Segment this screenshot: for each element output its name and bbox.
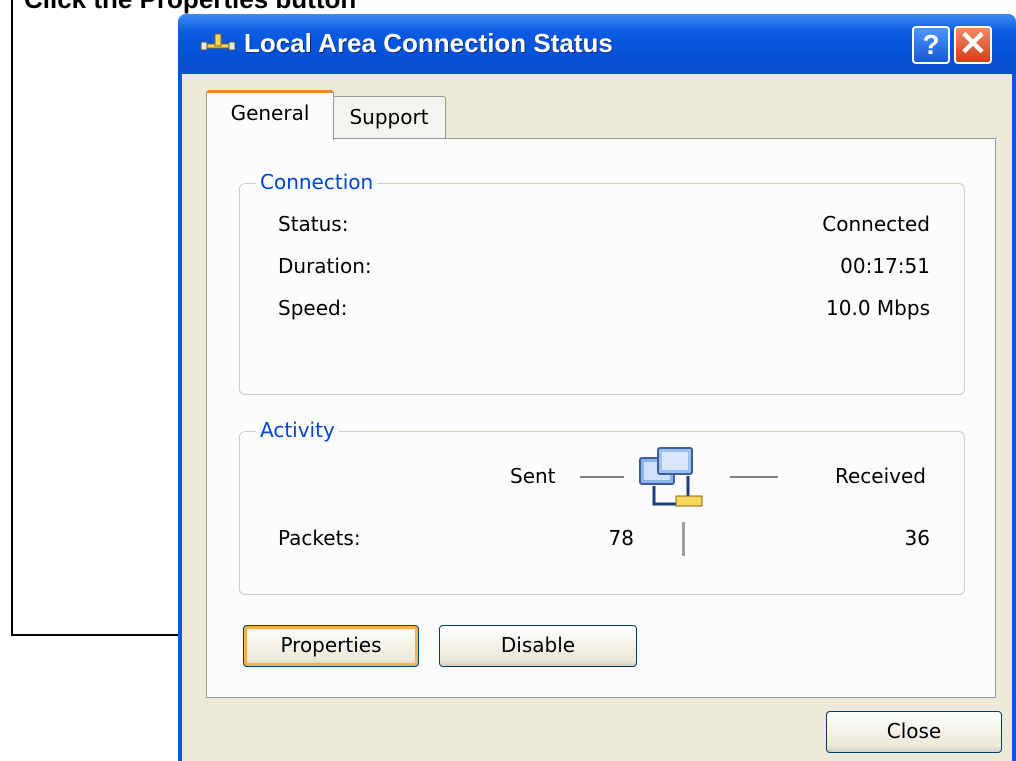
general-tab-page: Connection Status: Connected Duration: 0…	[206, 138, 996, 698]
speed-value: 10.0 Mbps	[826, 296, 930, 320]
packets-divider	[682, 522, 685, 556]
duration-value: 00:17:51	[840, 254, 930, 278]
sent-label: Sent	[510, 464, 556, 488]
received-label: Received	[835, 464, 926, 488]
packets-received-value: 36	[904, 526, 930, 550]
received-line	[730, 476, 778, 478]
packets-label: Packets:	[278, 526, 361, 550]
tab-support[interactable]: Support	[332, 96, 446, 140]
network-computers-icon	[639, 447, 703, 507]
title-bar: Local Area Connection Status ? ✕	[178, 14, 1016, 74]
status-dialog: Local Area Connection Status ? ✕ General…	[178, 14, 1016, 761]
packets-sent-value: 78	[608, 526, 634, 550]
disable-button[interactable]: Disable	[439, 625, 637, 667]
status-value: Connected	[822, 212, 930, 236]
connection-legend: Connection	[256, 169, 378, 195]
speed-label: Speed:	[278, 296, 348, 320]
close-window-button[interactable]: ✕	[954, 26, 992, 64]
network-connection-icon	[200, 33, 236, 51]
tab-general[interactable]: General	[206, 90, 334, 140]
annotation-caption: Click the Properties button	[24, 0, 356, 15]
dialog-client: General Support Connection Status: Conne…	[182, 74, 1012, 761]
properties-button[interactable]: Properties	[243, 625, 419, 667]
help-button[interactable]: ?	[912, 26, 950, 64]
close-button[interactable]: Close	[826, 711, 1002, 753]
duration-label: Duration:	[278, 254, 372, 278]
window-title: Local Area Connection Status	[244, 28, 613, 58]
status-label: Status:	[278, 212, 349, 236]
activity-group: Activity Sent Received Packets: 78 36	[239, 417, 965, 595]
connection-group: Connection Status: Connected Duration: 0…	[239, 169, 965, 395]
activity-legend: Activity	[256, 417, 339, 443]
sent-line	[580, 476, 624, 478]
